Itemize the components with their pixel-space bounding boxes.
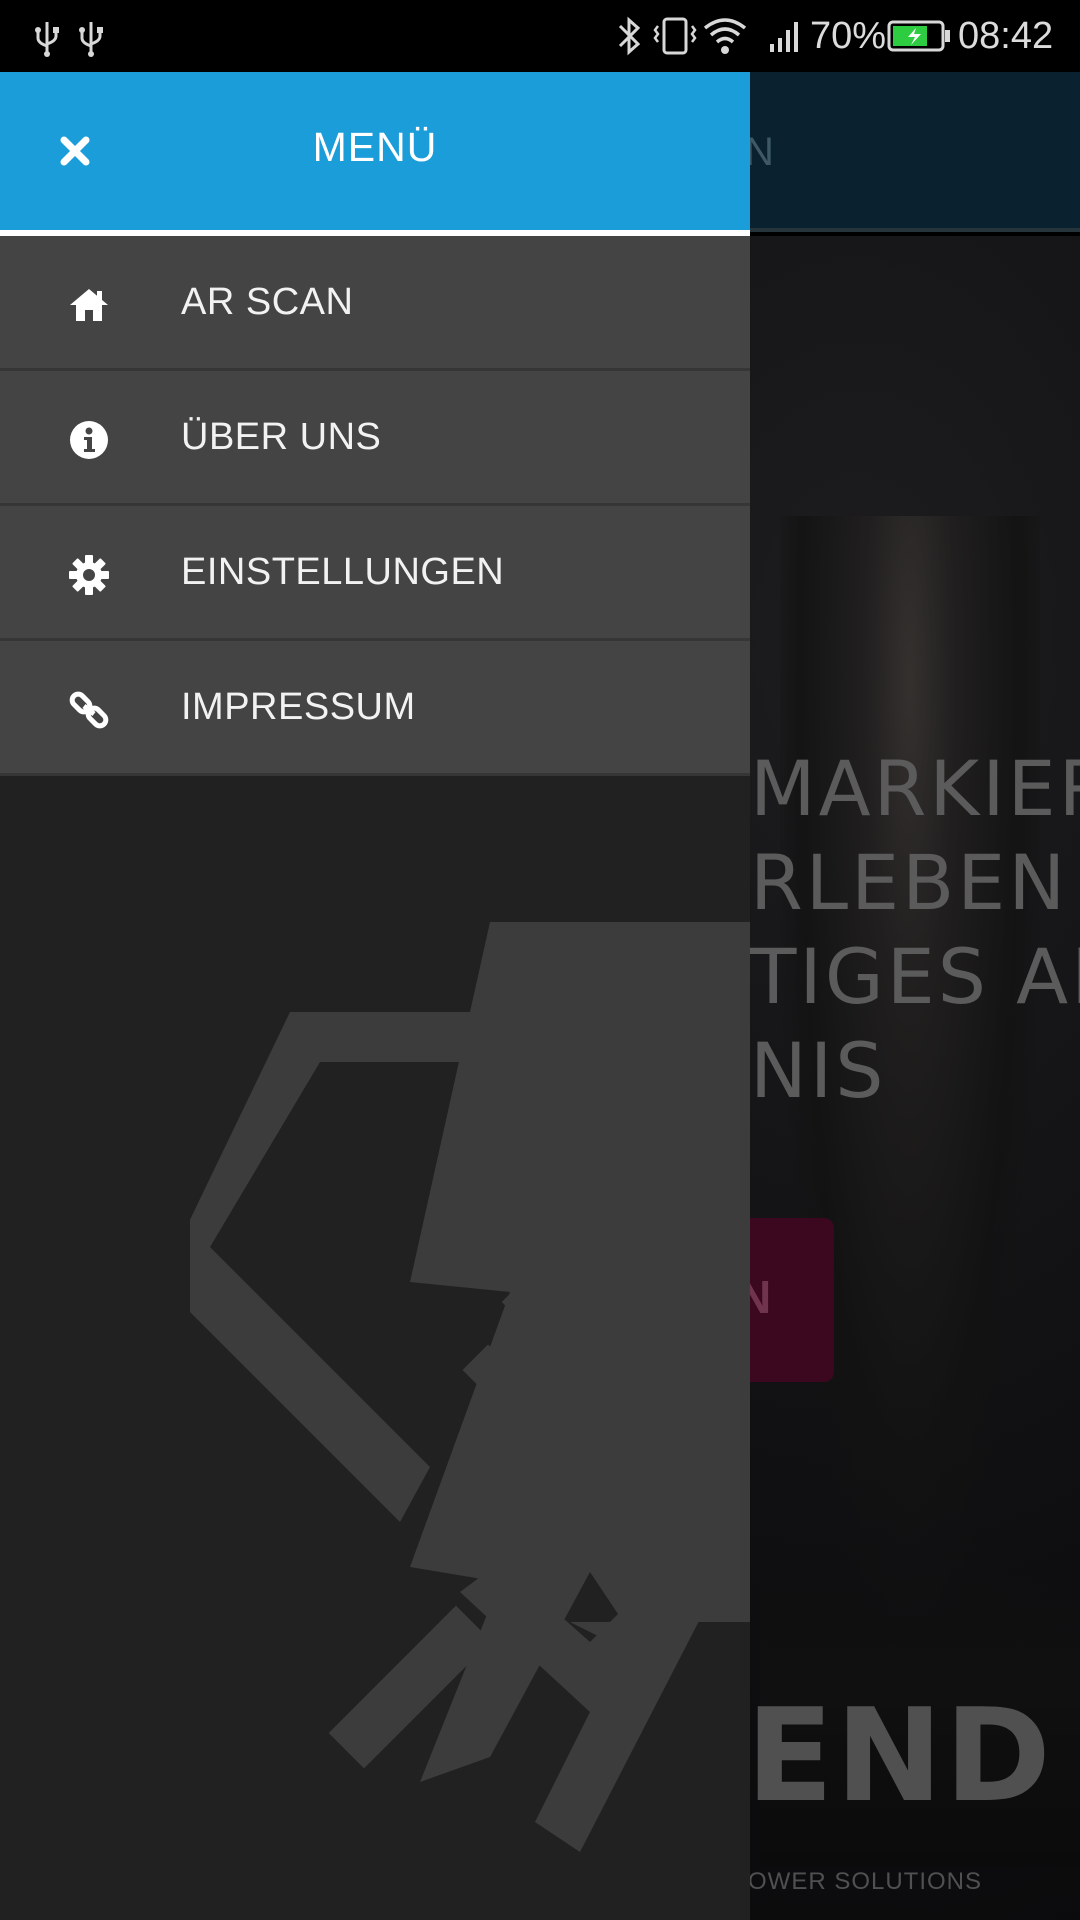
clock: 08:42 bbox=[958, 15, 1054, 57]
battery-percent: 70% bbox=[810, 15, 887, 57]
background-logo-subtitle: OWER SOLUTIONS bbox=[748, 1868, 983, 1895]
navigation-drawer: MENÜ AR SCAN ÜBER UNS EINSTELLUNGEN IMPR… bbox=[0, 72, 750, 1920]
status-bar: 70% 08:42 bbox=[0, 0, 1080, 72]
signal-icon bbox=[768, 14, 804, 63]
wifi-icon bbox=[702, 14, 748, 63]
menu-item-label: IMPRESSUM bbox=[181, 686, 416, 728]
menu-list: AR SCAN ÜBER UNS EINSTELLUNGEN IMPRESSUM bbox=[0, 236, 750, 776]
link-icon bbox=[66, 687, 112, 733]
usb-icon bbox=[78, 18, 104, 63]
menu-item-label: EINSTELLUNGEN bbox=[181, 551, 505, 593]
brand-logo-watermark bbox=[190, 922, 750, 1852]
menu-item-einstellungen[interactable]: EINSTELLUNGEN bbox=[0, 506, 750, 641]
bluetooth-icon bbox=[614, 14, 644, 63]
background-logo-text: END bbox=[746, 1682, 1053, 1831]
gear-icon bbox=[66, 552, 112, 598]
info-icon bbox=[66, 417, 112, 463]
background-headline: MARKIERT RLEBEN S TIGES AR NIS bbox=[750, 742, 1080, 1118]
battery-charging-icon bbox=[886, 14, 952, 63]
drawer-title: MENÜ bbox=[312, 124, 438, 170]
home-icon bbox=[66, 282, 112, 328]
headline-line: NIS bbox=[750, 1026, 887, 1115]
menu-item-label: ÜBER UNS bbox=[181, 416, 382, 458]
menu-item-impressum[interactable]: IMPRESSUM bbox=[0, 641, 750, 776]
headline-line: TIGES AR bbox=[750, 932, 1080, 1021]
app-screen: 70% 08:42 N MARKIERT RLEBEN S TIGES AR N… bbox=[0, 0, 1080, 1920]
menu-item-label: AR SCAN bbox=[181, 281, 354, 323]
vibrate-icon bbox=[652, 14, 698, 63]
usb-icon bbox=[34, 18, 60, 63]
menu-item-ar-scan[interactable]: AR SCAN bbox=[0, 236, 750, 371]
drawer-header: MENÜ bbox=[0, 72, 750, 230]
headline-line: MARKIERT bbox=[750, 744, 1080, 833]
menu-item-ueber-uns[interactable]: ÜBER UNS bbox=[0, 371, 750, 506]
headline-line: RLEBEN S bbox=[750, 838, 1080, 927]
